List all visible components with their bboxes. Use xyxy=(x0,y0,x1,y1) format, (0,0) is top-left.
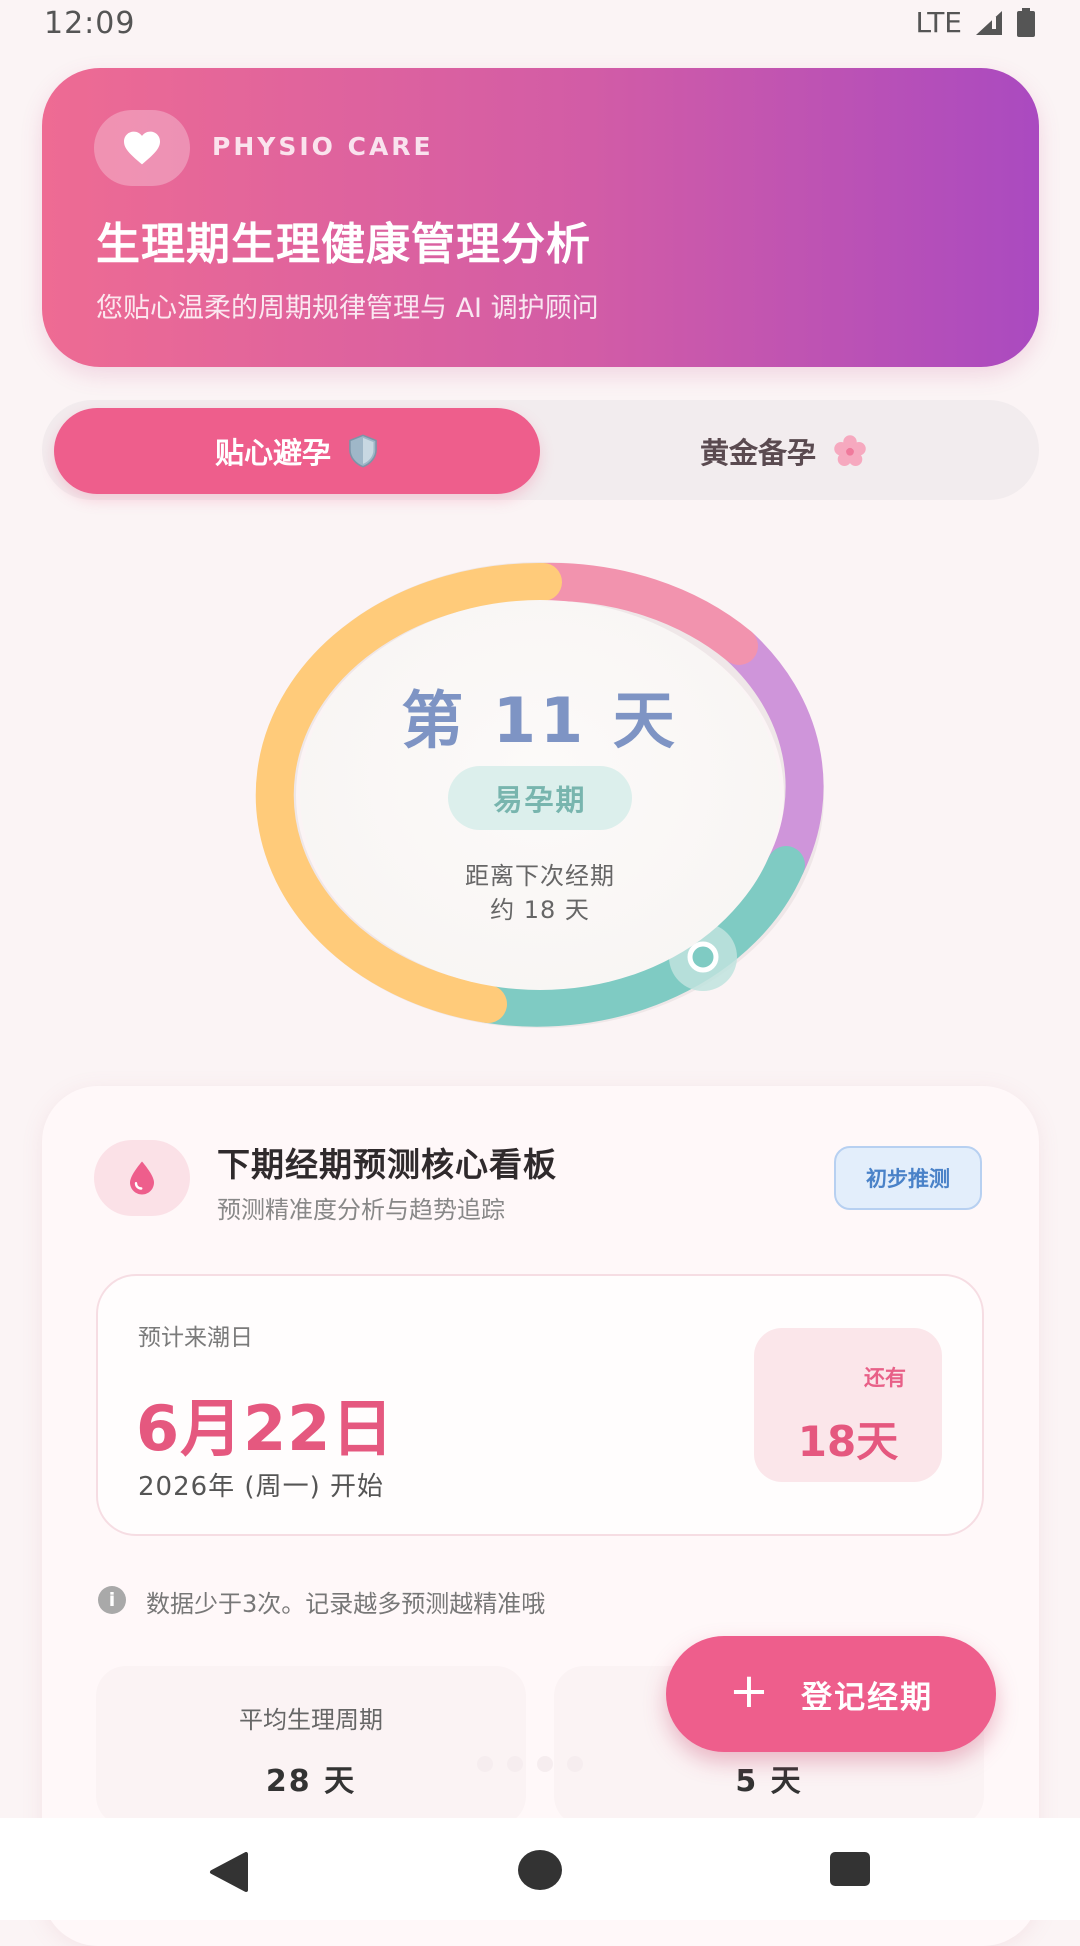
phase-badge: 易孕期 xyxy=(448,766,632,830)
drop-icon xyxy=(130,1161,154,1195)
tab-label: 黄金备孕 xyxy=(699,436,816,470)
data-note: 数据少于3次。记录越多预测越精准哦 xyxy=(146,1590,546,1618)
heart-icon xyxy=(124,131,160,165)
estimate-tag-button[interactable]: 初步推测 xyxy=(834,1146,982,1210)
shield-icon xyxy=(349,434,377,468)
remaining-value: 18天 xyxy=(797,1417,899,1466)
tab-contraception[interactable]: 贴心避孕 xyxy=(54,408,540,494)
home-icon[interactable] xyxy=(518,1850,562,1890)
page-dot xyxy=(507,1756,523,1772)
status-time: 12:09 xyxy=(44,6,136,41)
signal-icon xyxy=(976,10,1002,35)
page-indicator xyxy=(477,1756,583,1772)
remaining-label: 还有 xyxy=(864,1366,906,1390)
heart-badge xyxy=(94,110,190,186)
card-subtitle: 预测精准度分析与趋势追踪 xyxy=(217,1196,505,1224)
info-icon: i xyxy=(98,1586,126,1614)
page-subtitle: 您贴心温柔的周期规律管理与 AI 调护顾问 xyxy=(96,293,599,324)
network-label: LTE xyxy=(915,6,962,39)
expected-year: 2026年 (周一) 开始 xyxy=(138,1472,384,1502)
page-dot xyxy=(537,1756,553,1772)
page-dot xyxy=(477,1756,493,1772)
next-period-label: 距离下次经期 xyxy=(465,862,615,890)
drop-badge xyxy=(94,1140,190,1216)
next-period-days: 约 18 天 xyxy=(490,896,590,924)
stat-label: 平均生理周期 xyxy=(239,1706,383,1734)
battery-icon xyxy=(1017,7,1035,37)
stat-value: 5 天 xyxy=(735,1764,803,1799)
status-icons: LTE xyxy=(915,6,1036,39)
back-icon[interactable] xyxy=(208,1852,252,1892)
brand-label: PHYSIO CARE xyxy=(212,132,434,161)
stat-value: 28 天 xyxy=(265,1764,357,1799)
fab-label: 登记经期 xyxy=(801,1679,934,1716)
tab-label: 贴心避孕 xyxy=(214,436,331,470)
card-title: 下期经期预测核心看板 xyxy=(217,1145,557,1184)
page-dot xyxy=(567,1756,583,1772)
expected-label: 预计来潮日 xyxy=(138,1325,253,1351)
cycle-day: 第 11 天 xyxy=(401,684,679,757)
log-period-button[interactable]: + 登记经期 xyxy=(666,1636,996,1752)
stat-avg-cycle xyxy=(96,1666,526,1826)
expected-date: 6月22日 xyxy=(136,1392,395,1465)
plus-icon: + xyxy=(728,1663,772,1719)
recents-icon[interactable] xyxy=(830,1852,870,1886)
ring-marker[interactable] xyxy=(687,941,719,973)
page-title: 生理期生理健康管理分析 xyxy=(96,219,591,270)
flower-icon xyxy=(834,435,866,466)
tab-conception[interactable]: 黄金备孕 xyxy=(540,408,1028,494)
status-bar: 12:09 LTE xyxy=(0,0,1080,50)
